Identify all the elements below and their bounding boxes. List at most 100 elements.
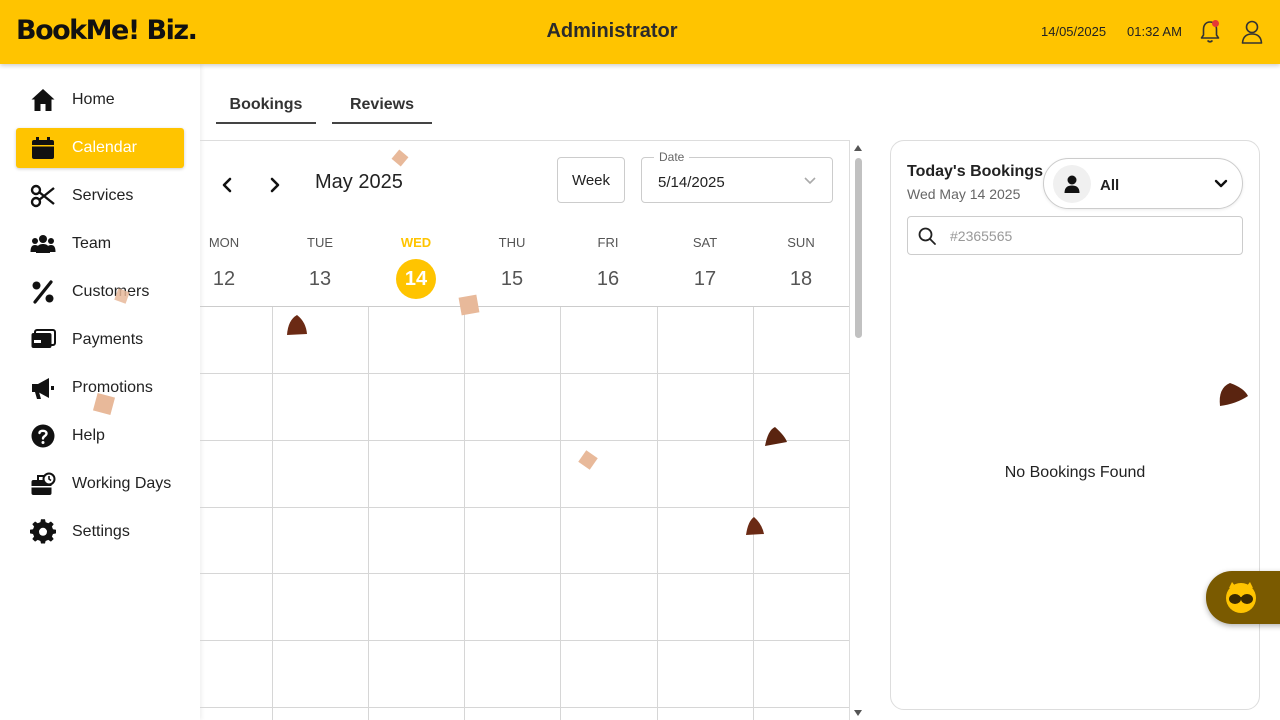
- calendar-icon: [30, 135, 56, 161]
- day-number: 18: [789, 268, 813, 290]
- sidebar-item-working-days[interactable]: Working Days: [16, 464, 184, 504]
- chocolate-chip-decoration: [746, 517, 764, 535]
- grid-column-divider: [560, 307, 561, 720]
- scroll-up-arrow-icon[interactable]: [854, 145, 862, 151]
- person-icon: [1053, 165, 1091, 203]
- grid-row-divider: [200, 507, 849, 508]
- tab-reviews[interactable]: Reviews: [332, 88, 432, 124]
- help-icon: [30, 423, 56, 449]
- grid-column-divider: [272, 307, 273, 720]
- no-bookings-message: No Bookings Found: [1004, 464, 1146, 481]
- chocolate-chip-decoration: [1219, 383, 1248, 406]
- staff-filter-value: All: [1100, 177, 1120, 194]
- crumb-decoration: [578, 450, 598, 470]
- todays-bookings-title: Today's Bookings: [907, 163, 1043, 180]
- scrollbar-thumb[interactable]: [855, 158, 862, 338]
- day-number: 16: [596, 268, 620, 290]
- month-label: May 2025: [315, 171, 403, 193]
- sidebar-item-label: Payments: [72, 331, 144, 348]
- sidebar-item-label: Home: [72, 91, 115, 108]
- sidebar-item-help[interactable]: Help: [16, 416, 184, 456]
- day-name: MON: [208, 235, 240, 250]
- crumb-decoration: [92, 392, 116, 416]
- chevron-right-icon[interactable]: [265, 175, 285, 195]
- week-view-button[interactable]: Week: [557, 157, 625, 203]
- day-name: SUN: [787, 235, 815, 250]
- home-icon: [30, 87, 56, 113]
- grid-column-divider: [368, 307, 369, 720]
- user-icon[interactable]: [1240, 19, 1264, 45]
- header-date: 14/05/2025: [1041, 24, 1107, 39]
- payments-icon: [30, 327, 56, 353]
- day-name: SAT: [692, 235, 718, 250]
- sidebar-item-label: Working Days: [72, 475, 172, 492]
- scroll-down-arrow-icon[interactable]: [854, 710, 862, 716]
- calendar-scrollbar[interactable]: [851, 140, 865, 720]
- sidebar-item-label: Calendar: [72, 139, 137, 156]
- date-field[interactable]: Date 5/14/2025: [641, 150, 833, 203]
- day-name: THU: [498, 235, 526, 250]
- crumb-decoration: [114, 288, 130, 304]
- grid-row-divider: [200, 373, 849, 374]
- day-number: 12: [212, 268, 236, 290]
- todays-bookings-panel: Today's Bookings Wed May 14 2025 All No …: [890, 140, 1260, 710]
- sidebar-item-customers[interactable]: Customers: [16, 272, 184, 312]
- sidebar-item-settings[interactable]: Settings: [16, 512, 184, 552]
- sidebar-item-label: Services: [72, 187, 134, 204]
- sidebar-item-label: Help: [72, 427, 105, 444]
- sidebar-item-team[interactable]: Team: [16, 224, 184, 264]
- booking-search-box[interactable]: [907, 216, 1243, 255]
- day-header-sat[interactable]: SAT 17: [657, 235, 753, 299]
- day-header-thu[interactable]: THU 15: [464, 235, 560, 299]
- notification-dot: [1212, 20, 1219, 27]
- day-header-tue[interactable]: TUE 13: [272, 235, 368, 299]
- day-number: 13: [308, 268, 332, 290]
- gear-icon: [30, 519, 56, 545]
- header-time: 01:32 AM: [1127, 24, 1182, 39]
- date-field-value: 5/14/2025: [658, 174, 725, 191]
- chevron-down-icon[interactable]: [802, 174, 818, 188]
- chocolate-chip-decoration: [765, 427, 787, 446]
- percent-icon: [30, 279, 56, 305]
- calendar-grid[interactable]: [200, 306, 849, 720]
- staff-filter-select[interactable]: All: [1043, 158, 1243, 209]
- sidebar-item-label: Customers: [72, 283, 150, 300]
- search-icon: [918, 227, 936, 245]
- grid-row-divider: [200, 707, 849, 708]
- tab-bookings[interactable]: Bookings: [216, 88, 316, 124]
- sidebar-item-services[interactable]: Services: [16, 176, 184, 216]
- grid-column-divider: [657, 307, 658, 720]
- grid-column-divider: [464, 307, 465, 720]
- chevron-left-icon[interactable]: [217, 175, 237, 195]
- day-name: FRI: [597, 235, 619, 250]
- sidebar-item-label: Team: [72, 235, 112, 252]
- day-name: WED: [400, 235, 432, 250]
- day-header-wed[interactable]: WED 14: [368, 235, 464, 299]
- grid-row-divider: [200, 573, 849, 574]
- day-header-mon[interactable]: MON 12: [200, 235, 272, 299]
- working-days-icon: [30, 471, 56, 497]
- top-header: BookMe! Biz. Administrator 14/05/2025 01…: [0, 0, 1280, 64]
- assistant-button[interactable]: [1206, 571, 1280, 624]
- sidebar-item-calendar[interactable]: Calendar: [16, 128, 184, 168]
- day-header-fri[interactable]: FRI 16: [560, 235, 656, 299]
- sidebar-item-payments[interactable]: Payments: [16, 320, 184, 360]
- chocolate-chip-decoration: [287, 315, 307, 335]
- scissors-icon: [30, 183, 56, 209]
- grid-row-divider: [200, 640, 849, 641]
- grid-row-divider: [200, 440, 849, 441]
- todays-bookings-date: Wed May 14 2025: [907, 186, 1021, 202]
- date-field-label: Date: [654, 150, 690, 164]
- booking-search-input[interactable]: [950, 225, 1230, 247]
- chevron-down-icon[interactable]: [1214, 178, 1228, 190]
- megaphone-icon: [30, 375, 56, 401]
- day-number-today: 14: [396, 259, 436, 299]
- sidebar-item-home[interactable]: Home: [16, 80, 184, 120]
- day-name: TUE: [307, 235, 333, 250]
- crumb-decoration: [458, 294, 480, 316]
- day-number: 17: [693, 268, 717, 290]
- calendar-panel: May 2025 Week Date 5/14/2025 MON 12 TUE …: [200, 140, 850, 720]
- assistant-mascot-icon: [1226, 582, 1256, 613]
- day-number: 15: [500, 268, 524, 290]
- day-header-sun[interactable]: SUN 18: [753, 235, 849, 299]
